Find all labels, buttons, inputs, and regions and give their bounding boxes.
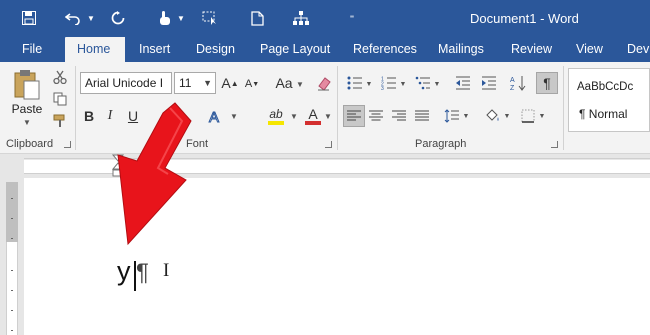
borders-dropdown-icon[interactable]: ▼ [538,108,546,124]
align-left-icon[interactable] [343,105,365,127]
highlight-button[interactable]: ab [266,106,286,126]
font-name-combo[interactable]: Arial Unicode I [80,72,172,94]
font-group-label: Font [186,138,209,150]
clear-formatting-icon[interactable] [314,72,334,94]
borders-icon[interactable] [518,106,538,126]
font-size-combo[interactable]: 11 ▼ [174,72,216,94]
font-launcher-icon[interactable] [325,141,332,148]
font-color-dropdown-icon[interactable]: ▼ [323,108,333,124]
line-spacing-dropdown-icon[interactable]: ▼ [462,108,470,124]
redo-icon[interactable] [108,6,128,30]
tab-review[interactable]: Review [511,37,552,62]
clipboard-group-label: Clipboard [6,138,54,150]
select-objects-icon[interactable] [200,6,220,30]
paragraph-launcher-icon[interactable] [551,141,558,148]
svg-text:3: 3 [381,86,384,90]
touch-mode-icon[interactable] [155,6,175,30]
change-case-button[interactable]: Aa [273,74,295,92]
tab-developer[interactable]: Dev [627,37,649,62]
font-color-swatch [305,121,321,125]
ribbon: Paste ▼ Clipboard Arial Unicode I 11 ▼ A… [0,62,650,154]
style-sample-text: AaBbCcDc [577,81,634,93]
highlight-dropdown-icon[interactable]: ▼ [289,108,299,124]
bold-button[interactable]: B [80,106,98,126]
tab-page-layout[interactable]: Page Layout [260,37,330,62]
shrink-font-button[interactable]: A ▼ [244,76,260,92]
title-bar: ▼ ▼ ⁼ Document1 - Word [0,0,650,37]
copy-icon[interactable] [51,90,69,108]
undo-dropdown-icon[interactable]: ▼ [86,6,96,30]
italic-button[interactable]: I [101,106,119,126]
font-color-label: A [308,106,318,122]
paste-icon[interactable] [10,68,44,102]
vertical-ruler-ticks [11,198,13,331]
line-spacing-icon[interactable] [442,106,462,126]
change-case-dropdown-icon[interactable]: ▼ [295,76,305,92]
tab-insert[interactable]: Insert [139,37,170,62]
multilevel-list-icon[interactable] [412,74,434,92]
customize-qat-icon[interactable]: ⁼ [346,6,358,30]
ribbon-tabs: File Home Insert Design Page Layout Refe… [0,37,650,62]
svg-text:Z: Z [510,85,515,91]
tab-home[interactable]: Home [65,37,125,62]
document-text: y [117,256,131,286]
mouse-ibeam-cursor: I [163,260,170,281]
document-icon[interactable] [247,6,267,30]
paste-dropdown-icon[interactable]: ▼ [20,116,34,128]
text-effects-dropdown-icon[interactable]: ▼ [229,108,239,124]
justify-icon[interactable] [412,106,432,126]
font-color-button[interactable]: A [304,106,322,126]
underline-button[interactable]: U [124,106,142,126]
clipboard-launcher-icon[interactable] [64,141,71,148]
shrink-font-label: A [244,78,253,90]
shading-icon[interactable] [483,106,503,126]
font-size-value: 11 [179,76,192,90]
sort-icon[interactable]: AZ [507,74,529,92]
bullets-dropdown-icon[interactable]: ▼ [365,76,373,92]
undo-icon[interactable] [62,6,84,30]
svg-text:A: A [209,109,219,125]
text-effects-icon[interactable]: A [206,108,224,126]
increase-indent-icon[interactable] [478,74,500,92]
cut-icon[interactable] [51,68,69,86]
bullets-icon[interactable] [344,74,366,92]
separator [563,66,564,150]
numbering-icon[interactable]: 123 [378,74,400,92]
font-name-value: Arial Unicode I [85,76,164,90]
numbering-dropdown-icon[interactable]: ▼ [399,76,407,92]
highlight-label: ab [269,106,283,121]
multilevel-dropdown-icon[interactable]: ▼ [433,76,441,92]
indent-marker-icon[interactable] [110,154,126,178]
shading-dropdown-icon[interactable]: ▼ [503,108,511,124]
svg-text:A: A [510,77,515,84]
org-chart-icon[interactable] [290,6,312,30]
tab-design[interactable]: Design [196,37,235,62]
tab-references[interactable]: References [353,37,417,62]
window-title: Document1 - Word [470,11,579,26]
format-painter-icon[interactable] [51,112,69,130]
grow-font-button[interactable]: A ▲ [221,74,238,92]
paragraph-mark: ¶ [136,259,149,286]
align-right-icon[interactable] [389,106,409,126]
tab-mailings[interactable]: Mailings [438,37,484,62]
save-icon[interactable] [18,6,40,30]
style-name-label: ¶ Normal [579,107,628,121]
align-center-icon[interactable] [366,106,386,126]
separator [75,66,76,150]
separator [337,66,338,150]
style-normal-tile[interactable]: AaBbCcDc ¶ Normal [568,68,650,132]
show-hide-formatting-button[interactable]: ¶ [536,72,558,94]
font-size-dropdown-icon[interactable]: ▼ [203,73,212,93]
grow-font-label: A [221,75,231,91]
decrease-indent-icon[interactable] [452,74,474,92]
touch-dropdown-icon[interactable]: ▼ [176,6,186,30]
tab-view[interactable]: View [576,37,603,62]
tab-file[interactable]: File [22,37,42,62]
highlight-swatch [268,120,284,125]
paste-button[interactable]: Paste [6,101,48,117]
paragraph-group-label: Paragraph [415,138,467,150]
